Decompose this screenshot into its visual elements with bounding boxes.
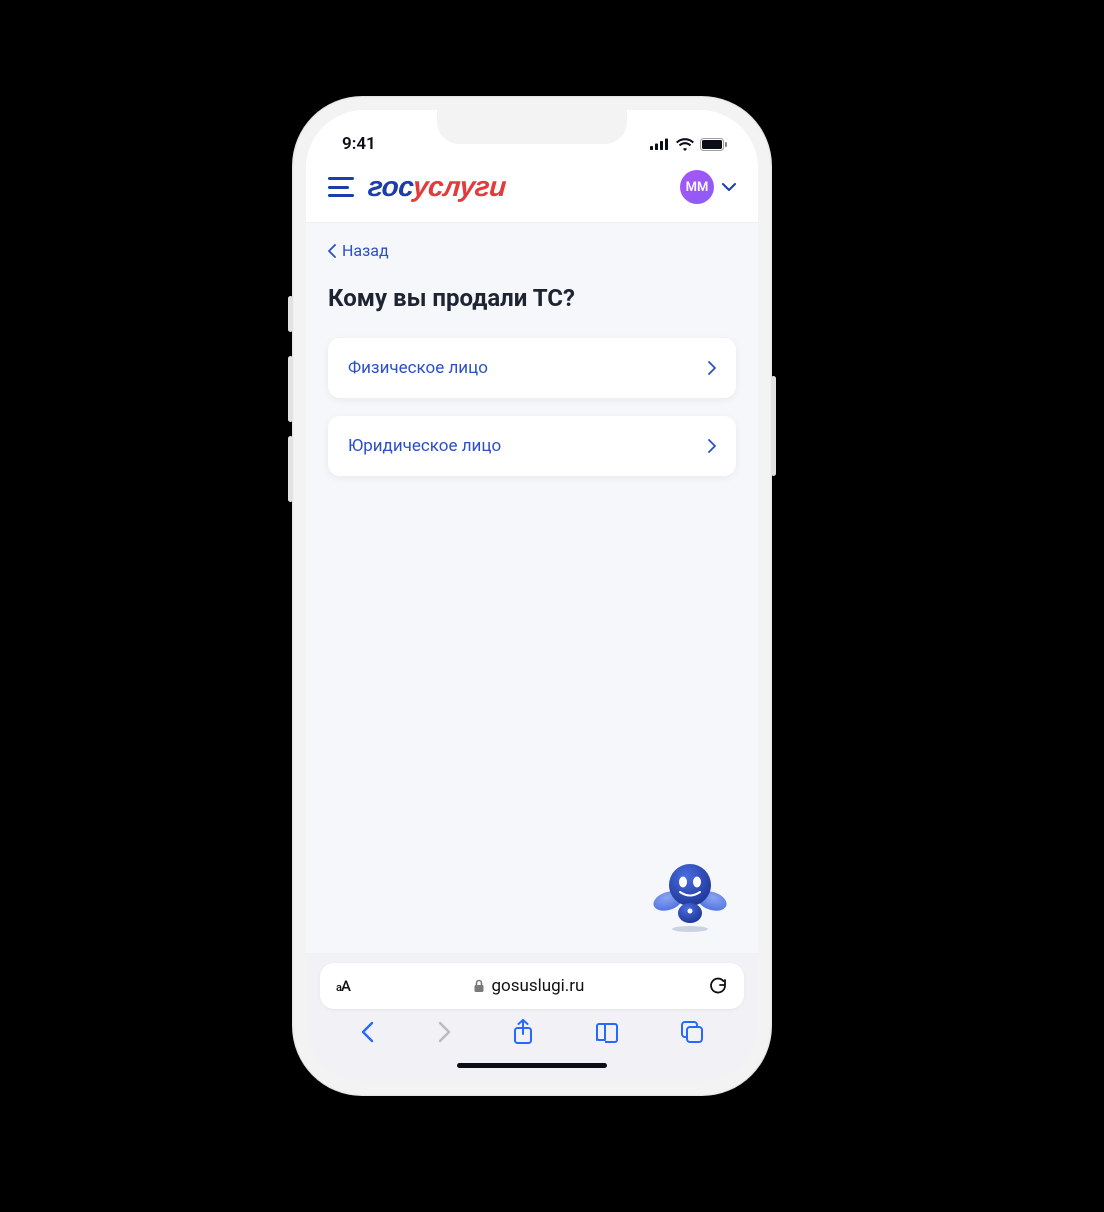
phone-screen: 9:41: [306, 110, 758, 1082]
option-legal-entity[interactable]: Юридическое лицо: [328, 416, 736, 476]
browser-back-button[interactable]: [360, 1020, 376, 1048]
battery-icon: [700, 138, 728, 151]
tabs-button[interactable]: [680, 1020, 704, 1048]
option-individual[interactable]: Физическое лицо: [328, 338, 736, 398]
phone-frame: 9:41: [292, 96, 772, 1096]
wifi-icon: [676, 138, 694, 151]
app-logo[interactable]: госуслуги: [367, 171, 507, 203]
chevron-right-icon: [708, 439, 716, 453]
chatbot-button[interactable]: [650, 853, 730, 933]
browser-forward-button: [436, 1020, 452, 1048]
avatar[interactable]: ММ: [680, 170, 714, 204]
chevron-right-icon: [708, 361, 716, 375]
text-size-button[interactable]: аА: [336, 977, 350, 995]
browser-toolbar: [320, 1009, 744, 1055]
options-list: Физическое лицо Юридическое лицо: [328, 338, 736, 476]
back-label: Назад: [342, 241, 389, 260]
avatar-initials: ММ: [686, 180, 709, 195]
logo-part-2: услуги: [412, 171, 507, 202]
cellular-icon: [650, 138, 670, 150]
phone-side-button: [288, 436, 293, 502]
status-indicators: [650, 138, 728, 151]
logo-part-1: гос: [367, 171, 414, 202]
lock-icon: [473, 979, 485, 993]
url-domain: gosuslugi.ru: [350, 976, 708, 996]
back-link[interactable]: Назад: [328, 241, 389, 260]
option-label: Юридическое лицо: [348, 436, 501, 456]
app-header: госуслуги ММ: [306, 160, 758, 223]
page-title: Кому вы продали ТС?: [328, 284, 736, 312]
phone-side-button: [771, 376, 776, 476]
chevron-down-icon[interactable]: [722, 182, 736, 192]
reload-icon[interactable]: [708, 976, 728, 996]
url-bar[interactable]: аА gosuslugi.ru: [320, 963, 744, 1009]
option-label: Физическое лицо: [348, 358, 488, 378]
menu-button[interactable]: [328, 177, 354, 197]
bookmarks-button[interactable]: [594, 1021, 620, 1047]
status-time: 9:41: [342, 134, 376, 154]
chevron-left-icon: [328, 244, 336, 258]
domain-text: gosuslugi.ru: [491, 976, 584, 996]
phone-side-button: [288, 356, 293, 422]
home-indicator[interactable]: [457, 1063, 607, 1068]
browser-chrome: аА gosuslugi.ru: [306, 953, 758, 1082]
chatbot-icon: [650, 853, 730, 933]
share-button[interactable]: [512, 1019, 534, 1049]
phone-side-button: [288, 296, 293, 332]
page-content: Назад Кому вы продали ТС? Физическое лиц…: [306, 223, 758, 953]
phone-notch: [437, 110, 627, 144]
